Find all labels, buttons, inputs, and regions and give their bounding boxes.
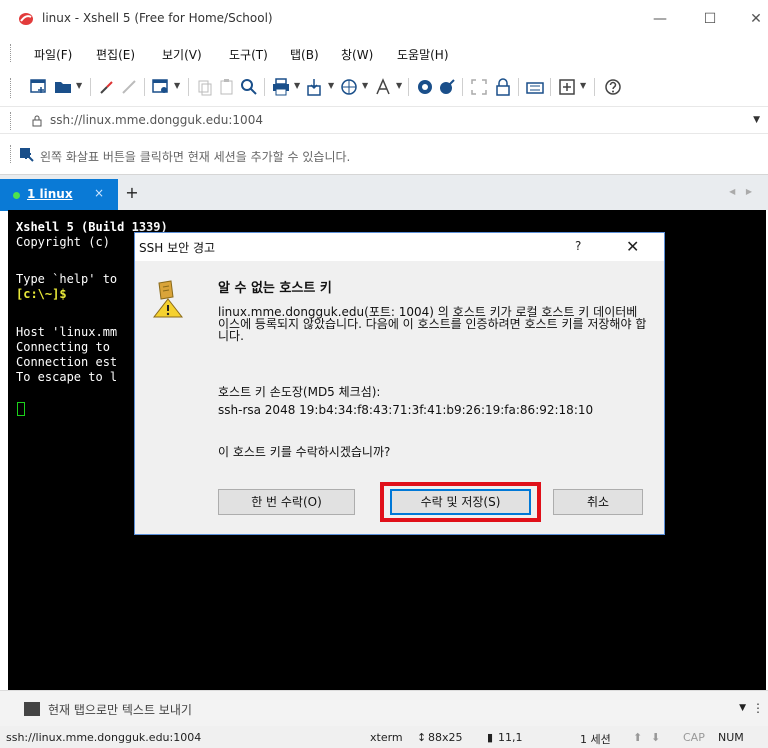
- print-icon[interactable]: [272, 78, 290, 96]
- terminal-prompt: [c:\~]$: [16, 287, 67, 301]
- menu-view[interactable]: 보기(V): [162, 46, 202, 63]
- font-icon[interactable]: [374, 78, 392, 96]
- send-dropdown-icon[interactable]: ▼: [739, 703, 746, 713]
- add-session-arrow-icon[interactable]: [20, 148, 34, 162]
- new-tab-dropdown-icon[interactable]: ▼: [580, 82, 588, 90]
- dialog-help-button[interactable]: ?: [575, 239, 581, 253]
- status-sessions: 1 세션: [580, 733, 611, 746]
- xftp-icon[interactable]: [416, 78, 434, 96]
- hintbar-grip[interactable]: [10, 145, 12, 163]
- paste-icon[interactable]: [218, 78, 236, 96]
- tab-linux[interactable]: 1 linux ×: [0, 179, 118, 211]
- menu-window[interactable]: 창(W): [341, 46, 373, 63]
- status-cap: CAP: [683, 731, 705, 744]
- send-text-bar: 현재 탭으로만 텍스트 보내기 ▼ ⋮: [0, 690, 768, 726]
- address-input[interactable]: ssh://linux.mme.dongguk.edu:1004: [50, 113, 263, 127]
- tab-label: 1 linux: [27, 187, 73, 201]
- terminal-line: Connection est: [16, 355, 118, 369]
- dialog-title: SSH 보안 경고: [139, 241, 216, 255]
- terminal-line: Connecting to: [16, 340, 110, 354]
- maximize-button[interactable]: ☐: [700, 9, 720, 29]
- address-dropdown-icon[interactable]: ▼: [753, 115, 760, 125]
- open-folder-icon[interactable]: [54, 78, 72, 96]
- minimize-button[interactable]: —: [650, 9, 670, 29]
- highlight-box: [380, 482, 541, 522]
- disconnect-icon[interactable]: [120, 78, 138, 96]
- terminal-cursor: [17, 402, 25, 416]
- fullscreen-icon[interactable]: [470, 78, 488, 96]
- dialog-heading: 알 수 없는 호스트 키: [218, 281, 332, 296]
- hint-bar: 왼쪽 화살표 버튼을 클릭하면 현재 세션을 추가할 수 있습니다.: [0, 134, 768, 174]
- padlock-icon: [32, 115, 42, 127]
- add-tab-button[interactable]: +: [122, 183, 142, 203]
- status-num: NUM: [718, 731, 744, 744]
- terminal-line: To escape to l: [16, 370, 118, 384]
- key-warning-icon: [152, 280, 184, 318]
- keyboard-icon[interactable]: [526, 78, 544, 96]
- accept-once-button[interactable]: 한 번 수락(O): [218, 489, 355, 515]
- toolbar: ▼ ▼ ▼ ▼ ▼ ▼ ▼: [0, 68, 768, 106]
- tab-close-icon[interactable]: ×: [94, 186, 104, 200]
- dialog-title-bar[interactable]: SSH 보안 경고 ? ✕: [135, 233, 664, 261]
- menu-help[interactable]: 도움말(H): [397, 46, 449, 63]
- ssh-security-dialog: SSH 보안 경고 ? ✕ 알 수 없는 호스트 키 linux.mme.don…: [134, 232, 665, 535]
- menu-bar: 파일(F) 편집(E) 보기(V) 도구(T) 탭(B) 창(W) 도움말(H): [0, 38, 768, 68]
- transfer-icon[interactable]: [306, 78, 324, 96]
- status-size: 88x25: [428, 731, 463, 744]
- print-dropdown-icon[interactable]: ▼: [294, 82, 302, 90]
- globe-icon[interactable]: [340, 78, 358, 96]
- more-options-icon[interactable]: ⋮: [752, 701, 764, 715]
- send-text-icon[interactable]: [24, 702, 40, 716]
- properties-dropdown-icon[interactable]: ▼: [174, 82, 182, 90]
- fingerprint-value: ssh-rsa 2048 19:b4:34:f8:43:71:3f:41:b9:…: [218, 403, 594, 417]
- terminal-line: Copyright (c): [16, 235, 110, 249]
- terminal-line: Host 'linux.mm: [16, 325, 118, 339]
- menu-tools[interactable]: 도구(T): [229, 46, 268, 63]
- help-icon[interactable]: [604, 78, 622, 96]
- status-bar: ssh://linux.mme.dongguk.edu:1004 xterm ↕…: [0, 726, 768, 748]
- status-terminal-type: xterm: [370, 731, 403, 744]
- session-up-icon[interactable]: ⬆: [633, 731, 642, 744]
- menu-tab[interactable]: 탭(B): [290, 46, 319, 63]
- title-bar: linux - Xshell 5 (Free for Home/School) …: [0, 0, 768, 38]
- open-dropdown-icon[interactable]: ▼: [76, 82, 84, 90]
- dialog-question: 이 호스트 키를 수락하시겠습니까?: [218, 445, 391, 459]
- transfer-dropdown-icon[interactable]: ▼: [328, 82, 336, 90]
- status-connection: ssh://linux.mme.dongguk.edu:1004: [6, 731, 202, 744]
- script-icon[interactable]: [438, 78, 456, 96]
- cancel-button[interactable]: 취소: [553, 489, 643, 515]
- tab-bar: 1 linux × + ◀ ▶: [0, 174, 768, 211]
- new-tab-icon[interactable]: [558, 78, 576, 96]
- status-cursor-pos: 11,1: [498, 731, 523, 744]
- terminal-size-icon: ↕: [417, 731, 427, 744]
- copy-icon[interactable]: [196, 78, 214, 96]
- menu-edit[interactable]: 편집(E): [96, 46, 135, 63]
- cursor-position-icon: ▮: [487, 731, 494, 744]
- send-text-input[interactable]: 현재 탭으로만 텍스트 보내기: [48, 701, 192, 718]
- font-dropdown-icon[interactable]: ▼: [396, 82, 404, 90]
- globe-dropdown-icon[interactable]: ▼: [362, 82, 370, 90]
- hint-text: 왼쪽 화살표 버튼을 클릭하면 현재 세션을 추가할 수 있습니다.: [40, 150, 351, 164]
- toolbar-grip[interactable]: [10, 78, 12, 98]
- menubar-grip[interactable]: [10, 44, 12, 62]
- properties-icon[interactable]: [152, 78, 170, 96]
- session-down-icon[interactable]: ⬇: [651, 731, 660, 744]
- lock-icon[interactable]: [494, 78, 512, 96]
- connected-status-icon: [13, 192, 20, 199]
- addressbar-grip[interactable]: [10, 112, 12, 130]
- xshell-logo-icon: [19, 13, 33, 25]
- dialog-close-button[interactable]: ✕: [626, 237, 639, 256]
- terminal-line: Type `help' to: [16, 272, 118, 286]
- menu-file[interactable]: 파일(F): [34, 46, 72, 63]
- tab-nav-arrows[interactable]: ◀ ▶: [729, 187, 756, 196]
- reconnect-icon[interactable]: [98, 78, 116, 96]
- address-bar: ssh://linux.mme.dongguk.edu:1004 ▼: [0, 106, 768, 134]
- dialog-message: linux.mme.dongguk.edu(포트: 1004) 의 호스트 키가…: [218, 305, 647, 343]
- close-window-button[interactable]: ✕: [746, 9, 766, 29]
- window-title: linux - Xshell 5 (Free for Home/School): [42, 11, 273, 25]
- find-icon[interactable]: [240, 78, 258, 96]
- fingerprint-label: 호스트 키 손도장(MD5 체크섬):: [218, 385, 381, 399]
- new-session-icon[interactable]: [30, 78, 48, 96]
